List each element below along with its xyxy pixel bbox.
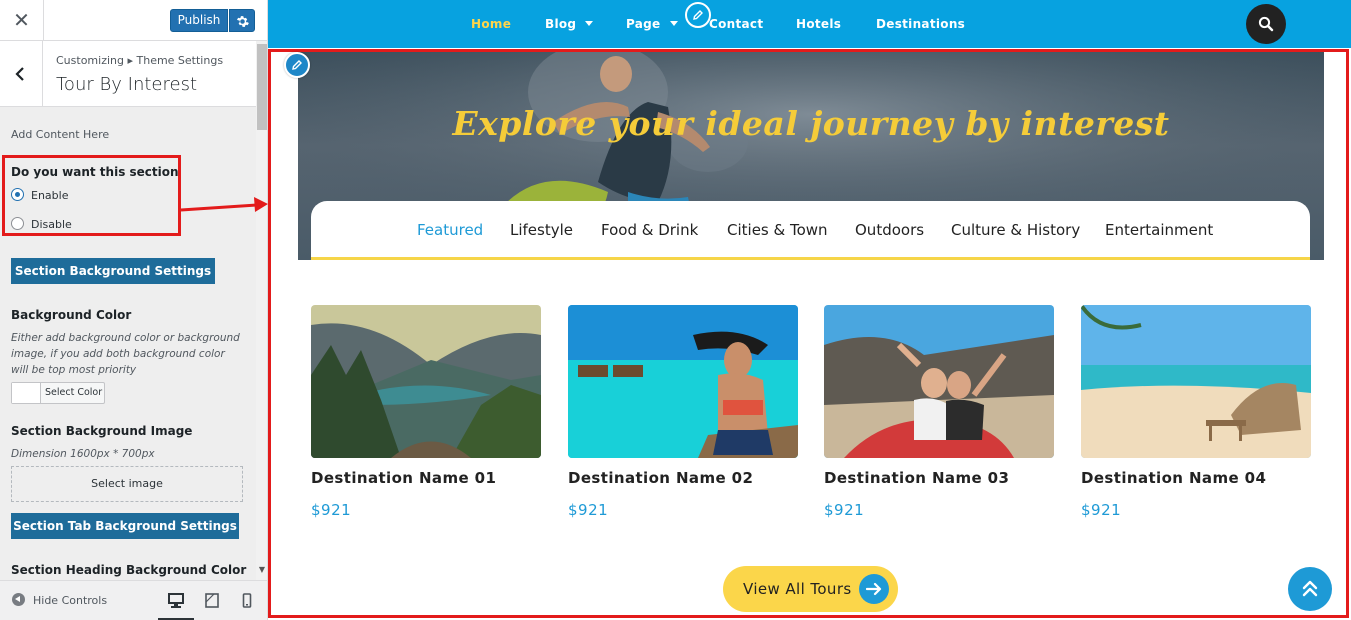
- background-image-label: Section Background Image: [11, 424, 193, 438]
- heading-background-color-label: Section Heading Background Color: [11, 563, 247, 577]
- main-navigation: Home Blog Page Contact Hotels Destinatio…: [268, 0, 1351, 48]
- publish-settings-button[interactable]: [229, 9, 255, 32]
- nav-item-page[interactable]: Page: [626, 17, 678, 31]
- section-title: Tour By Interest: [56, 74, 198, 95]
- customizer-topbar: ✕ Publish: [0, 0, 267, 41]
- back-button[interactable]: [0, 41, 43, 107]
- nav-item-blog[interactable]: Blog: [545, 17, 594, 31]
- select-image-button[interactable]: Select image: [11, 466, 243, 502]
- desktop-preview-button[interactable]: [158, 581, 194, 620]
- gear-icon: [236, 16, 249, 27]
- caret-down-icon: [669, 21, 678, 26]
- section-background-settings-button[interactable]: Section Background Settings: [11, 258, 215, 284]
- mobile-icon: [242, 593, 252, 608]
- search-button[interactable]: [1246, 4, 1286, 44]
- section-header: Customizing ▸ Theme Settings Tour By Int…: [0, 41, 256, 107]
- background-color-description: Either add background color or backgroun…: [11, 332, 240, 376]
- nav-item-hotels[interactable]: Hotels: [796, 17, 841, 31]
- caret-down-icon: [585, 21, 594, 26]
- section-tab-background-settings-button[interactable]: Section Tab Background Settings: [11, 513, 239, 539]
- hide-controls-label: Hide Controls: [33, 594, 108, 607]
- collapse-icon: [12, 593, 25, 606]
- tablet-icon: [205, 593, 219, 608]
- search-icon: [1258, 16, 1274, 32]
- close-customizer-button[interactable]: ✕: [0, 0, 44, 41]
- select-color-button[interactable]: Select Color: [11, 382, 105, 404]
- nav-item-contact[interactable]: Contact: [709, 17, 763, 31]
- publish-button[interactable]: Publish: [170, 9, 228, 32]
- nav-item-blog-label: Blog: [545, 17, 577, 31]
- background-image-dimension: Dimension 1600px * 700px: [11, 448, 155, 460]
- add-content-text: Add Content Here: [11, 128, 110, 141]
- select-color-label: Select Color: [45, 387, 103, 398]
- background-color-label: Background Color: [11, 308, 132, 322]
- breadcrumb: Customizing ▸ Theme Settings: [56, 54, 224, 67]
- pencil-icon: [693, 10, 703, 20]
- nav-item-home[interactable]: Home: [471, 17, 511, 31]
- nav-item-page-label: Page: [626, 17, 661, 31]
- nav-item-destinations[interactable]: Destinations: [876, 17, 965, 31]
- edit-section-shortcut[interactable]: [284, 52, 310, 78]
- annotation-section-highlight: [268, 49, 1349, 618]
- sidebar-scrollbar-thumb[interactable]: [257, 44, 267, 130]
- hide-controls-button[interactable]: Hide Controls: [12, 593, 107, 607]
- color-swatch: [12, 383, 41, 403]
- edit-menu-shortcut[interactable]: [685, 2, 711, 28]
- desktop-icon: [168, 593, 184, 608]
- chevron-left-icon: [15, 67, 24, 81]
- customizer-footer: Hide Controls: [0, 580, 267, 620]
- annotation-highlight-box: [2, 155, 181, 236]
- pencil-icon: [292, 60, 302, 70]
- scroll-down-arrow-icon[interactable]: ▼: [257, 565, 267, 577]
- tablet-preview-button[interactable]: [195, 581, 231, 620]
- mobile-preview-button[interactable]: [232, 581, 267, 620]
- site-preview: Home Blog Page Contact Hotels Destinatio…: [268, 0, 1351, 620]
- customizer-sidebar: ✕ Publish Customizing ▸ Theme Settings T…: [0, 0, 268, 620]
